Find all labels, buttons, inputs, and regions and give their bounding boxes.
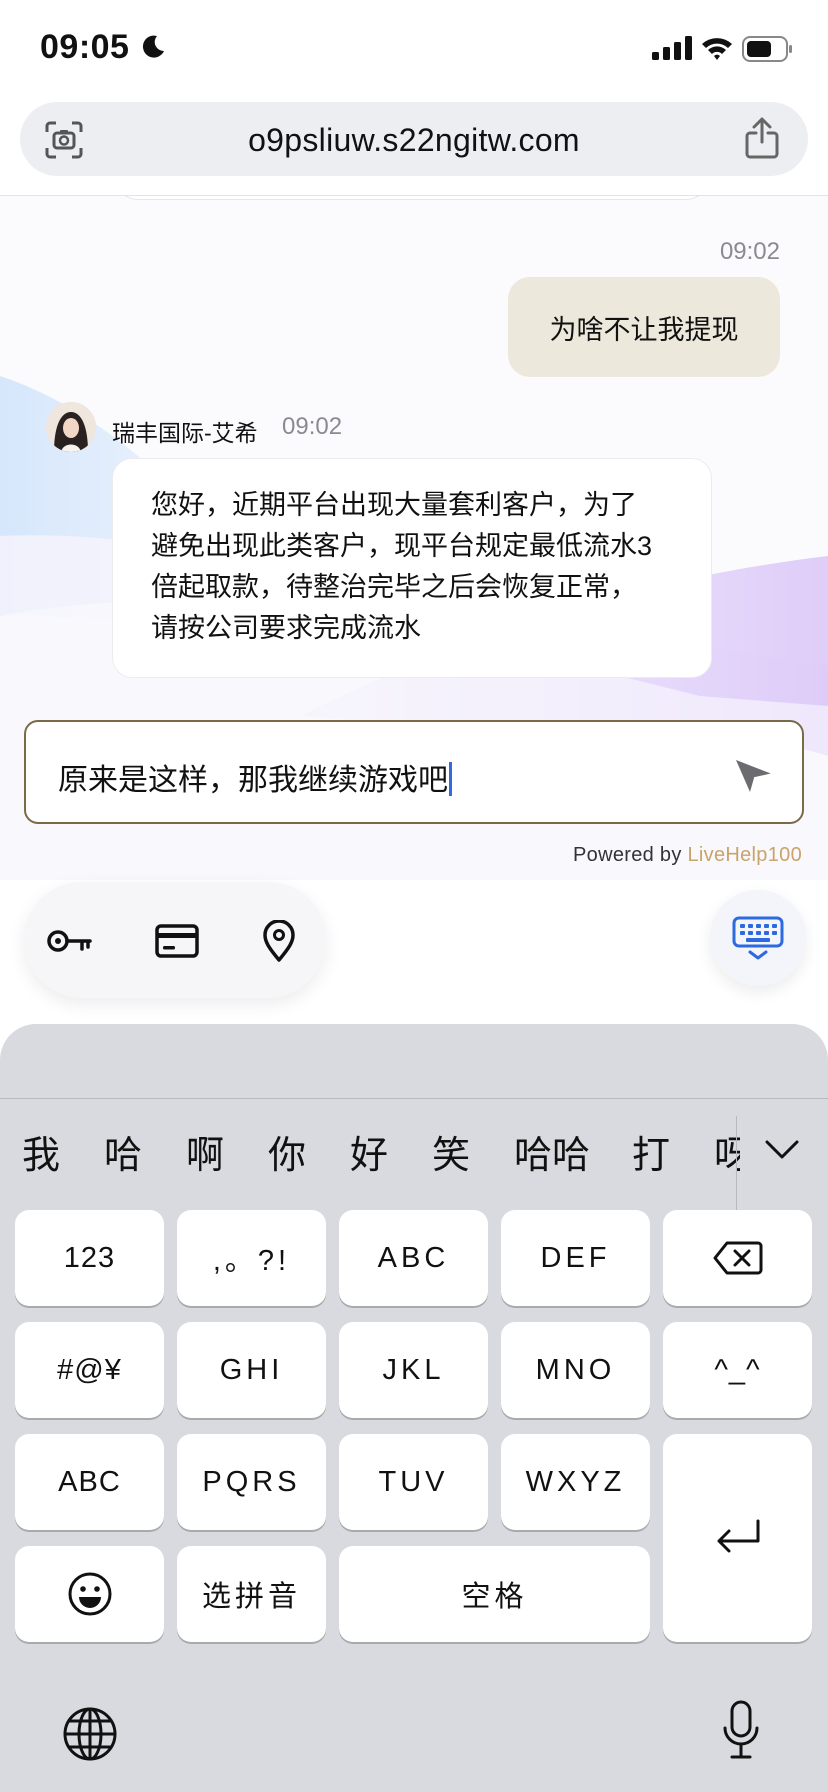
- previous-message-bubble: [116, 196, 708, 200]
- agent-message-line: 避免出现此类客户，现平台规定最低流水3: [151, 531, 653, 561]
- keyboard-divider: [0, 1098, 828, 1099]
- location-pin-icon[interactable]: [256, 920, 302, 962]
- text-caret: [449, 762, 452, 796]
- emoji-icon: [68, 1572, 111, 1616]
- share-icon[interactable]: [742, 116, 782, 160]
- wifi-icon: [702, 38, 732, 60]
- key-mno[interactable]: MNO: [501, 1322, 650, 1418]
- agent-name: 瑞丰国际-艾希: [112, 420, 258, 446]
- candidate-word[interactable]: 啊: [186, 1124, 224, 1179]
- message-time: 09:02: [719, 238, 780, 265]
- send-icon[interactable]: [734, 756, 774, 794]
- emoji-key[interactable]: [15, 1546, 164, 1642]
- globe-icon[interactable]: [62, 1706, 118, 1762]
- space-key[interactable]: 空格: [339, 1546, 650, 1642]
- candidate-word[interactable]: 好: [350, 1124, 388, 1179]
- key-def[interactable]: DEF: [501, 1210, 650, 1306]
- message-input[interactable]: 原来是这样，那我继续游戏吧: [24, 720, 804, 824]
- chevron-down-icon[interactable]: [764, 1138, 800, 1162]
- delete-key[interactable]: [663, 1210, 812, 1306]
- agent-message-line: 您好，近期平台出现大量套利客户，为了: [151, 490, 637, 520]
- key-symbols[interactable]: #@¥: [15, 1322, 164, 1418]
- key-ghi[interactable]: GHI: [177, 1322, 326, 1418]
- url-bar[interactable]: o9psliuw.s22ngitw.com: [20, 102, 808, 176]
- key-abc[interactable]: ABC: [339, 1210, 488, 1306]
- card-icon[interactable]: [154, 920, 200, 962]
- system-keyboard: 我 哈 啊 你 好 笑 哈哈 打 呀 123 ,。?! ABC DEF #@¥ …: [0, 1024, 828, 1792]
- candidate-word[interactable]: 哈哈: [514, 1124, 590, 1179]
- battery-icon: [742, 36, 792, 62]
- powered-by-brand-link[interactable]: LiveHelp100: [688, 844, 803, 866]
- candidate-word[interactable]: 笑: [432, 1124, 470, 1179]
- key-icon[interactable]: [46, 920, 92, 962]
- key-abc-switch[interactable]: ABC: [15, 1434, 164, 1530]
- chat-area[interactable]: 09:02 为啥不让我提现 瑞丰国际-艾希 09:02 您好，近期平台出现大量套…: [0, 196, 828, 880]
- microphone-icon[interactable]: [722, 1700, 760, 1760]
- key-123[interactable]: 123: [15, 1210, 164, 1306]
- key-tuv[interactable]: TUV: [339, 1434, 488, 1530]
- key-emoticon[interactable]: ^_^: [663, 1322, 812, 1418]
- my-message-bubble: 为啥不让我提现: [508, 277, 780, 377]
- powered-by-prefix: Powered by: [573, 844, 682, 866]
- status-bar: 09:05: [0, 0, 828, 92]
- backspace-icon: [713, 1241, 762, 1275]
- return-key[interactable]: [663, 1434, 812, 1642]
- agent-message-bubble: 您好，近期平台出现大量套利客户，为了 避免出现此类客户，现平台规定最低流水3 倍…: [112, 458, 712, 678]
- key-select-pinyin[interactable]: 选拼音: [177, 1546, 326, 1642]
- candidate-bar: 我 哈 啊 你 好 笑 哈哈 打 呀: [0, 1124, 740, 1194]
- quick-actions-toolbar: [24, 882, 326, 998]
- powered-by: Powered by LiveHelp100: [573, 844, 802, 867]
- agent-message-time: 09:02: [282, 413, 343, 440]
- keyboard-icon: [732, 916, 784, 960]
- keyboard-toggle-button[interactable]: [710, 890, 806, 986]
- message-input-value[interactable]: 原来是这样，那我继续游戏吧: [58, 755, 452, 799]
- return-icon: [717, 1519, 759, 1553]
- message-input-text[interactable]: 原来是这样，那我继续游戏吧: [58, 764, 448, 797]
- status-time: 09:05: [40, 28, 130, 66]
- candidate-word[interactable]: 你: [268, 1124, 306, 1179]
- candidate-word[interactable]: 打: [632, 1124, 670, 1179]
- agent-message-line: 请按公司要求完成流水: [151, 613, 421, 643]
- cellular-signal-icon: [652, 36, 692, 60]
- moon-icon: [142, 35, 164, 58]
- candidate-word[interactable]: 哈: [104, 1124, 142, 1179]
- key-pqrs[interactable]: PQRS: [177, 1434, 326, 1530]
- agent-avatar: [46, 402, 96, 452]
- key-punctuation[interactable]: ,。?!: [177, 1210, 326, 1306]
- key-wxyz[interactable]: WXYZ: [501, 1434, 650, 1530]
- agent-message-line: 倍起取款，待整治完毕之后会恢复正常，: [151, 572, 637, 602]
- key-jkl[interactable]: JKL: [339, 1322, 488, 1418]
- candidate-word[interactable]: 我: [22, 1124, 60, 1179]
- url-text[interactable]: o9psliuw.s22ngitw.com: [20, 122, 808, 159]
- candidate-divider: [736, 1116, 737, 1214]
